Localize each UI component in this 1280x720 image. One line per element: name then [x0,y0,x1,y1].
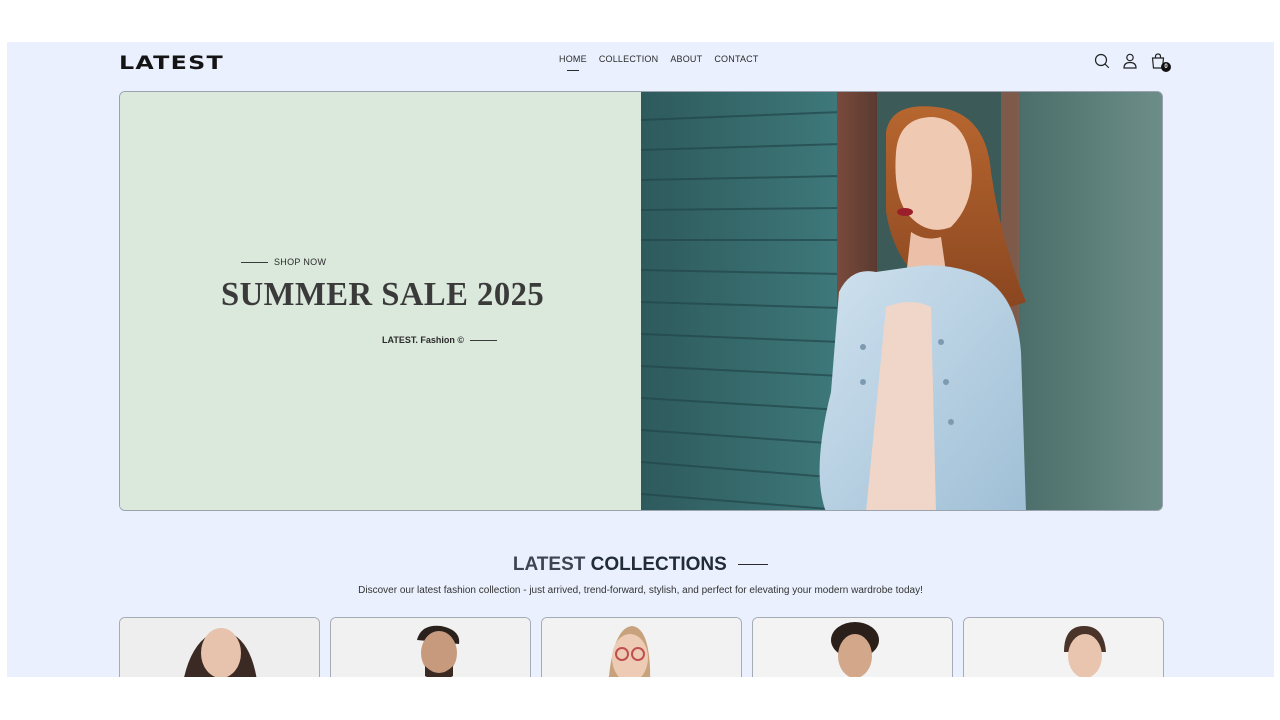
cart-count-badge: 0 [1161,62,1171,72]
collections-description: Discover our latest fashion collection -… [358,585,923,596]
product-image [331,618,530,677]
hero-image [641,92,1162,510]
shop-now-label: SHOP NOW [274,257,327,267]
hero-banner: SHOP NOW SUMMER SALE 2025 LATEST. Fashio… [119,91,1163,511]
main-nav: HOME COLLECTION ABOUT CONTACT [559,54,759,64]
hero-tagline-text: LATEST. Fashion © [382,335,464,345]
hero-text-panel: SHOP NOW SUMMER SALE 2025 LATEST. Fashio… [120,92,641,510]
product-card[interactable] [119,617,320,677]
product-image [542,618,741,677]
product-card[interactable] [752,617,953,677]
product-image [120,618,319,677]
navbar: LATEST HOME COLLECTION ABOUT CONTACT 0 [7,42,1274,84]
product-card[interactable] [541,617,742,677]
collections-heading-bold: COLLECTIONS [590,554,727,575]
hero-title: SUMMER SALE 2025 [221,276,545,313]
nav-link-collection[interactable]: COLLECTION [599,54,659,64]
collections-heading: LATEST COLLECTIONS [7,554,1274,576]
page-viewport: LATEST HOME COLLECTION ABOUT CONTACT 0 S… [7,42,1274,677]
product-card-grid [119,617,1164,677]
nav-link-about[interactable]: ABOUT [670,54,702,64]
nav-icons: 0 [1093,52,1171,72]
collections-heading-light: LATEST [512,554,586,575]
product-card[interactable] [330,617,531,677]
collections-heading-dash [738,564,769,566]
shop-now-dash [241,261,268,263]
brand-logo[interactable]: LATEST [119,52,224,74]
product-card[interactable] [963,617,1164,677]
search-icon[interactable] [1093,52,1111,70]
user-icon[interactable] [1121,52,1139,70]
nav-link-contact[interactable]: CONTACT [714,54,758,64]
shop-now-link[interactable]: SHOP NOW [241,257,326,267]
product-image [964,618,1163,677]
hero-tagline: LATEST. Fashion © [382,335,497,345]
shopping-bag-icon[interactable]: 0 [1149,52,1171,72]
product-image [753,618,952,677]
nav-link-home[interactable]: HOME [559,54,587,64]
hero-tagline-dash [469,339,497,341]
